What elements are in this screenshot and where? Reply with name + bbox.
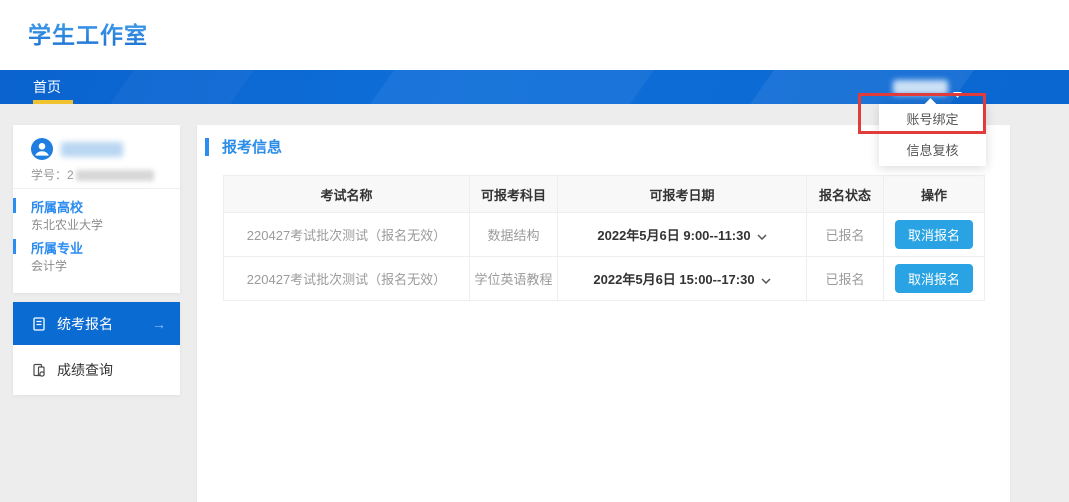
- cell-subject: 学位英语教程: [470, 257, 558, 301]
- table-header-row: 考试名称 可报考科目 可报考日期 报名状态 操作: [224, 176, 985, 213]
- table-row: 220427考试批次测试（报名无效） 数据结构 2022年5月6日 9:00--…: [224, 213, 985, 257]
- arrow-right-icon: →: [152, 316, 166, 332]
- student-id-label: 学号：2: [31, 168, 74, 182]
- cell-date-expandable[interactable]: 2022年5月6日 9:00--11:30: [558, 213, 807, 257]
- col-header-exam-name: 考试名称: [224, 176, 470, 213]
- page-title: 学生工作室: [28, 16, 148, 50]
- student-id-redacted-blur: [76, 170, 154, 181]
- document-icon: [31, 316, 47, 332]
- profile-card: 学号：2 所属高校 东北农业大学 所属专业 会计学: [13, 125, 180, 293]
- navbar-decoration: [92, 70, 268, 104]
- cancel-registration-button[interactable]: 取消报名: [895, 220, 973, 249]
- university-value: 东北农业大学: [31, 216, 103, 233]
- col-header-status: 报名状态: [807, 176, 884, 213]
- logout-button[interactable]: 退出: [985, 0, 1013, 34]
- chevron-down-icon[interactable]: [761, 272, 771, 287]
- sidebar-item-score-query[interactable]: 成绩查询: [13, 345, 180, 395]
- university-label: 所属高校: [31, 197, 83, 216]
- profile-name-redacted-blur: [61, 142, 123, 157]
- exam-registration-table: 考试名称 可报考科目 可报考日期 报名状态 操作 220427考试批次测试（报名…: [223, 175, 985, 301]
- student-id-row: 学号：2: [31, 166, 154, 183]
- cell-exam-name: 220427考试批次测试（报名无效）: [224, 213, 470, 257]
- page-header: 学生工作室: [0, 0, 1069, 70]
- major-label: 所属专业: [31, 238, 83, 257]
- label-accent-bar: [13, 198, 16, 213]
- chevron-down-icon[interactable]: [757, 228, 767, 243]
- user-dropdown-menu: 账号绑定 信息复核: [879, 104, 986, 166]
- divider: [13, 188, 180, 189]
- user-avatar-icon: [31, 138, 53, 160]
- main-panel: 报考信息 考试名称 可报考科目 可报考日期 报名状态 操作 220427考试批次…: [197, 125, 1010, 502]
- cell-actions: 取消报名: [884, 257, 985, 301]
- navbar-decoration: [352, 70, 668, 104]
- sidebar-item-label: 成绩查询: [57, 360, 113, 380]
- caret-down-icon[interactable]: [953, 85, 962, 103]
- col-header-date: 可报考日期: [558, 176, 807, 213]
- cancel-registration-button[interactable]: 取消报名: [895, 264, 973, 293]
- sidebar-menu: 统考报名 → 成绩查询: [13, 302, 180, 395]
- tab-home[interactable]: 首页: [33, 70, 61, 104]
- sidebar-item-exam-registration[interactable]: 统考报名 →: [13, 302, 180, 345]
- table-row: 220427考试批次测试（报名无效） 学位英语教程 2022年5月6日 15:0…: [224, 257, 985, 301]
- label-accent-bar: [13, 239, 16, 254]
- cell-exam-name: 220427考试批次测试（报名无效）: [224, 257, 470, 301]
- username-redacted-blur[interactable]: [893, 80, 948, 95]
- cell-date-expandable[interactable]: 2022年5月6日 15:00--17:30: [558, 257, 807, 301]
- date-text: 2022年5月6日 9:00--11:30: [597, 228, 750, 243]
- section-title: 报考信息: [222, 136, 282, 157]
- sidebar-item-label: 统考报名: [57, 314, 113, 334]
- section-title-accent-bar: [205, 138, 209, 156]
- col-header-subject: 可报考科目: [470, 176, 558, 213]
- cell-status: 已报名: [807, 257, 884, 301]
- cell-status: 已报名: [807, 213, 884, 257]
- col-header-actions: 操作: [884, 176, 985, 213]
- cell-actions: 取消报名: [884, 213, 985, 257]
- navbar-decoration: [732, 70, 988, 104]
- cell-subject: 数据结构: [470, 213, 558, 257]
- dropdown-item-info-review[interactable]: 信息复核: [879, 135, 986, 166]
- screen: 学生工作室 首页 退出 账号绑定 信息复核 学号：2: [0, 0, 1069, 502]
- major-value: 会计学: [31, 257, 67, 274]
- score-report-icon: [31, 362, 47, 378]
- date-text: 2022年5月6日 15:00--17:30: [593, 272, 754, 287]
